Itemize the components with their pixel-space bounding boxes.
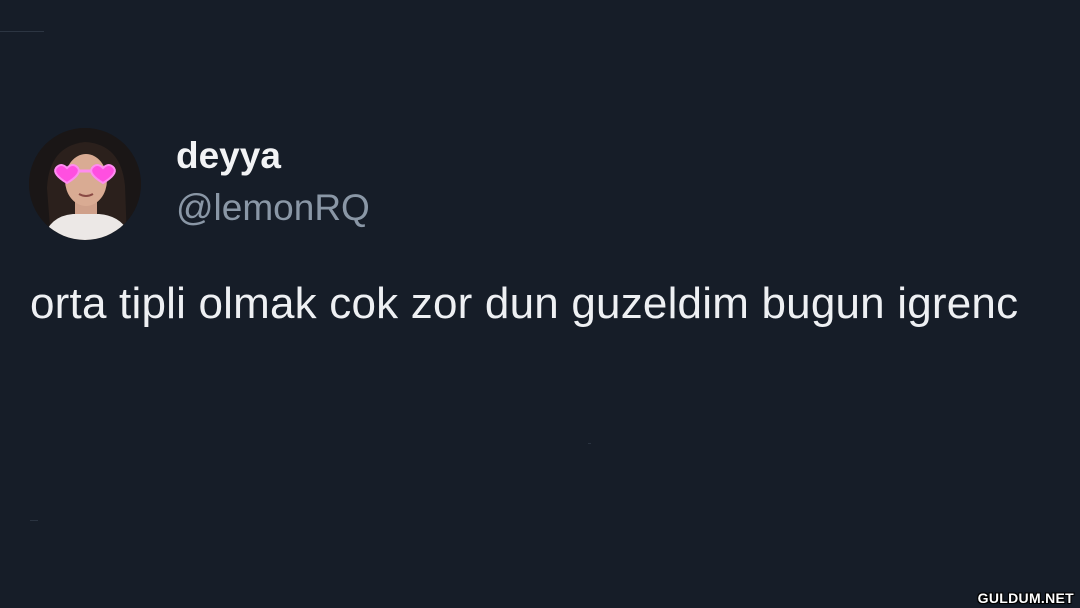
display-name[interactable]: deyya (176, 134, 281, 178)
divider-speck (30, 520, 38, 521)
avatar[interactable] (29, 128, 141, 240)
tweet-text: orta tipli olmak cok zor dun guzeldim bu… (30, 279, 1019, 328)
user-handle[interactable]: @lemonRQ (176, 186, 370, 230)
watermark-logo: GULDUM.NET (977, 590, 1074, 606)
divider-speck (588, 443, 591, 444)
top-divider (0, 31, 44, 32)
profile-photo-icon (29, 128, 141, 240)
